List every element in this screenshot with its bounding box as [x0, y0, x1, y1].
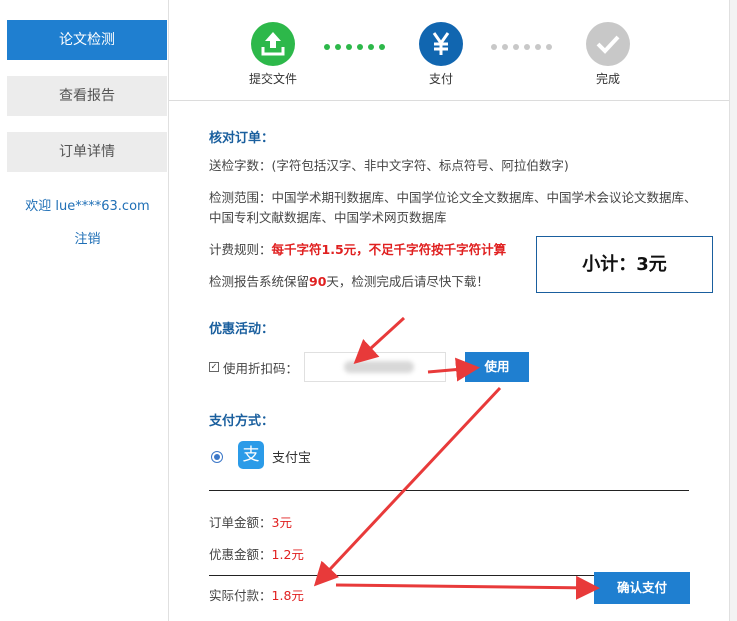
scope-text: 中国学术期刊数据库、中国学位论文全文数据库、中国学术会议论文数据库、	[271, 190, 697, 205]
discount-amount-value: 1.2元	[271, 547, 304, 562]
actual-amount-label: 实际付款：	[209, 588, 272, 603]
use-discount-button[interactable]: 使用	[465, 352, 529, 382]
scope-row: 检测范围：中国学术期刊数据库、中国学位论文全文数据库、中国学术会议论文数据库、 …	[209, 188, 719, 228]
order-amount-label: 订单金额：	[209, 515, 272, 530]
scope-text-2: 中国专利文献数据库、中国学术网页数据库	[209, 210, 447, 225]
sidebar-item-view-report[interactable]: 查看报告	[7, 76, 167, 116]
confirm-payment-button[interactable]: 确认支付	[594, 572, 690, 604]
logout-link[interactable]: 注销	[0, 228, 175, 247]
welcome-text: 欢迎 lue****63.com	[25, 199, 150, 214]
step-label-submit: 提交文件	[248, 72, 297, 86]
char-count-note: (字符包括汉字、非中文字符、标点符号、阿拉伯数字)	[271, 158, 569, 173]
subtotal-box: 小计：3元	[536, 236, 713, 293]
retain-prefix: 检测报告系统保留	[209, 274, 310, 289]
actual-amount-row: 实际付款：1.8元	[209, 585, 304, 604]
sidebar-item-paper-check[interactable]: 论文检测	[7, 20, 167, 60]
discount-code-input[interactable]	[304, 352, 446, 382]
check-icon	[586, 22, 630, 66]
sidebar-item-order-details[interactable]: 订单详情	[7, 132, 167, 172]
actual-amount-value: 1.8元	[271, 588, 304, 603]
payment-radio-alipay[interactable]	[211, 451, 223, 463]
char-count-label: 送检字数：	[209, 158, 272, 173]
scope-label: 检测范围：	[209, 190, 272, 205]
divider	[209, 490, 689, 491]
progress-steps: 提交文件 支付 完成	[169, 0, 729, 101]
retain-suffix: 天，检测完成后请尽快下载！	[326, 274, 489, 289]
order-amount-value: 3元	[271, 515, 292, 530]
discount-section-title: 优惠活动：	[209, 322, 275, 337]
fee-text: 每千字符1.5元，不足千字符按千字符计算	[271, 242, 507, 257]
discount-amount-label: 优惠金额：	[209, 547, 272, 562]
main-panel: 提交文件 支付 完成 核对订单： 送检字数：(字符包括汉字、非中文字符、标点符号…	[168, 0, 730, 621]
step-label-done: 完成	[595, 72, 620, 86]
step-label-pay: 支付	[428, 72, 453, 86]
yen-icon	[419, 22, 463, 66]
payment-section-title: 支付方式：	[209, 414, 275, 429]
payment-method-name: 支付宝	[272, 451, 312, 466]
alipay-icon: 支	[238, 441, 264, 469]
sidebar: 论文检测 查看报告 订单详情 欢迎 lue****63.com 注销	[0, 0, 168, 621]
order-section-title: 核对订单：	[209, 131, 275, 146]
fee-label: 计费规则：	[209, 242, 272, 257]
retain-days: 90	[309, 274, 327, 289]
char-count-row: 送检字数：(字符包括汉字、非中文字符、标点符号、阿拉伯数字)	[209, 156, 719, 176]
upload-icon	[251, 22, 295, 66]
discount-checkbox-label: 使用折扣码：	[223, 361, 299, 376]
discount-amount-row: 优惠金额：1.2元	[209, 544, 304, 563]
discount-checkbox[interactable]: ✓	[209, 362, 219, 372]
order-amount-row: 订单金额：3元	[209, 512, 292, 531]
